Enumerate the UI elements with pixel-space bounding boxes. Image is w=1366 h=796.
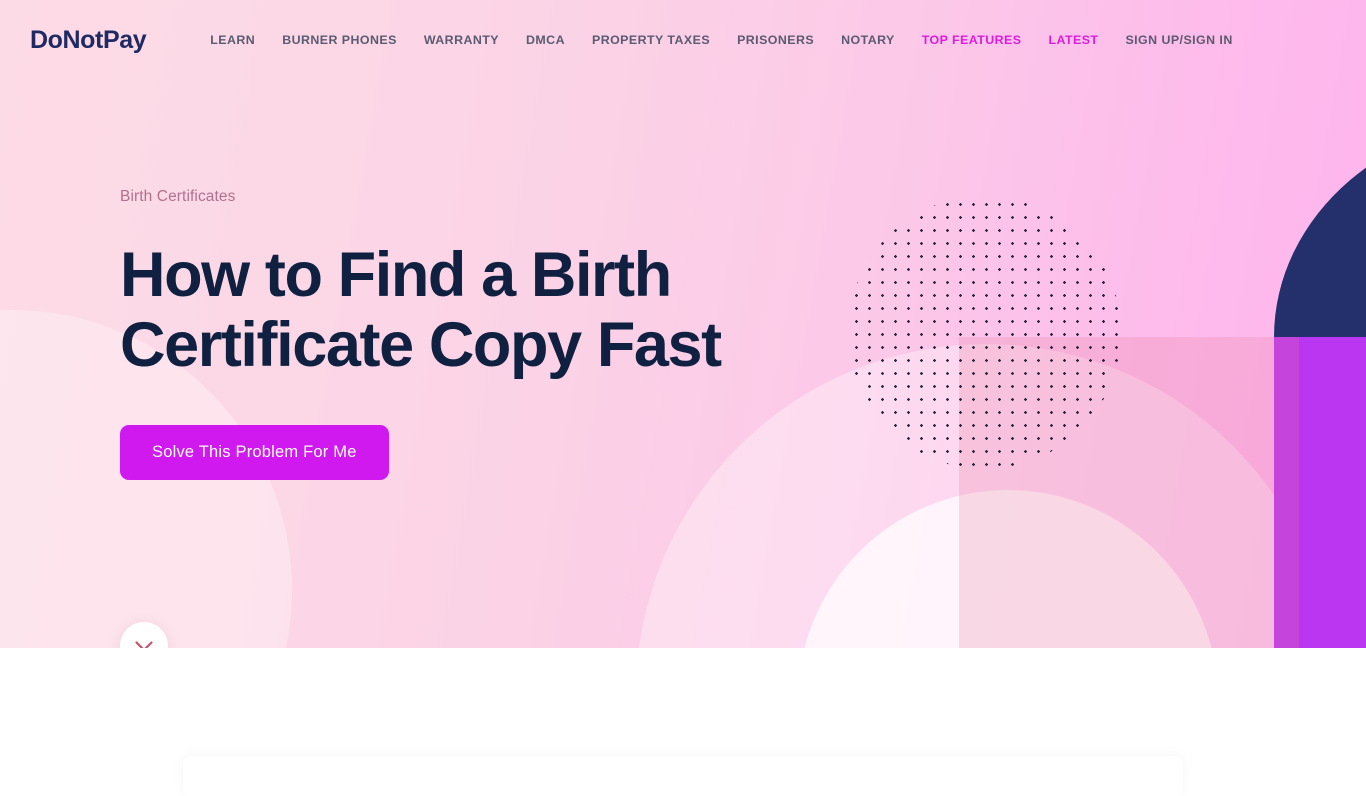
brand-logo[interactable]: DoNotPay [30, 26, 147, 55]
hero-section: Birth Certificates How to Find a Birth C… [0, 0, 1366, 648]
nav-item-dmca[interactable]: DMCA [526, 33, 565, 47]
nav-item-property-taxes[interactable]: PROPERTY TAXES [592, 33, 710, 47]
page-title: How to Find a Birth Certificate Copy Fas… [120, 240, 722, 380]
decorative-shape-navy [1274, 115, 1366, 337]
nav-item-burner-phones[interactable]: BURNER PHONES [282, 33, 397, 47]
nav-links: LEARN BURNER PHONES WARRANTY DMCA PROPERTY T… [210, 33, 1232, 47]
hero-eyebrow: Birth Certificates [120, 188, 236, 205]
nav-item-warranty[interactable]: WARRANTY [424, 33, 499, 47]
content-card-edge [183, 756, 1183, 796]
nav-item-top-features[interactable]: TOP FEATURES [922, 33, 1022, 47]
hero-content: Birth Certificates How to Find a Birth C… [120, 188, 880, 480]
nav-item-prisoners[interactable]: PRISONERS [737, 33, 814, 47]
chevron-down-icon [135, 640, 153, 648]
nav-item-sign-up-sign-in[interactable]: SIGN UP/SIGN IN [1125, 33, 1232, 47]
nav-item-notary[interactable]: NOTARY [841, 33, 895, 47]
nav-item-learn[interactable]: LEARN [210, 33, 255, 47]
solve-problem-button[interactable]: Solve This Problem For Me [120, 425, 389, 480]
decorative-dot-pattern [848, 196, 1121, 469]
nav-item-latest[interactable]: LATEST [1048, 33, 1098, 47]
main-navbar: DoNotPay LEARN BURNER PHONES WARRANTY DMCA P… [0, 0, 1366, 80]
page-body-below-hero [0, 648, 1366, 796]
